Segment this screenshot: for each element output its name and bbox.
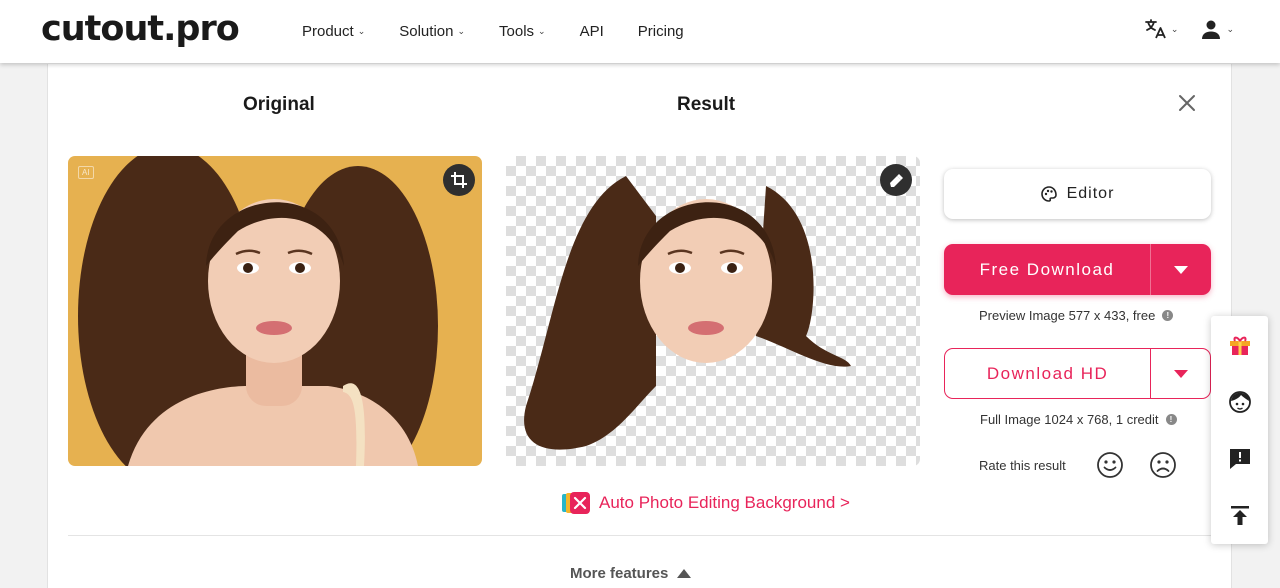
gift-icon xyxy=(1229,336,1250,355)
rate-label: Rate this result xyxy=(979,458,1066,473)
more-features-label: More features xyxy=(570,565,669,582)
chevron-down-icon: ⌄ xyxy=(457,26,466,36)
original-image: AI xyxy=(68,156,482,466)
top-navigation-bar: cutout.pro Product ⌄ Solution ⌄ Tools ⌄ … xyxy=(0,0,1280,63)
result-cutout-image xyxy=(524,176,851,450)
gift-button[interactable] xyxy=(1211,316,1268,373)
chevron-down-icon: ⌄ xyxy=(538,26,546,36)
result-title: Result xyxy=(677,94,736,115)
nav-item-label: Solution xyxy=(399,23,454,40)
preview-note-text: Preview Image 577 x 433, free xyxy=(979,308,1156,323)
support-button[interactable] xyxy=(1211,373,1268,430)
support-avatar-icon xyxy=(1228,390,1251,413)
frown-face-icon[interactable] xyxy=(1149,451,1177,479)
auto-photo-editing-link[interactable]: Auto Photo Editing Background > xyxy=(562,492,850,514)
crop-icon xyxy=(451,172,467,188)
floating-action-bar xyxy=(1211,316,1268,544)
nav-item-pricing[interactable]: Pricing xyxy=(638,23,684,40)
info-icon[interactable]: ! xyxy=(1165,414,1177,425)
original-portrait-image xyxy=(78,156,438,466)
nav-item-api[interactable]: API xyxy=(580,23,604,40)
language-button[interactable]: ⌄ xyxy=(1143,17,1179,41)
translate-icon xyxy=(1145,19,1166,39)
full-image-note: Full Image 1024 x 768, 1 credit ! xyxy=(980,412,1177,427)
editor-button[interactable]: Editor xyxy=(944,169,1211,219)
info-icon[interactable]: ! xyxy=(1162,310,1174,321)
free-download-button-group: Free Download xyxy=(944,244,1211,295)
download-hd-button[interactable]: Download HD xyxy=(945,349,1150,398)
caret-down-icon xyxy=(1174,265,1188,274)
close-icon[interactable] xyxy=(1177,93,1197,113)
ai-badge: AI xyxy=(78,166,94,179)
account-button[interactable]: ⌄ xyxy=(1200,18,1234,40)
section-divider xyxy=(68,535,1211,536)
result-image xyxy=(506,156,920,466)
free-download-button[interactable]: Free Download xyxy=(944,244,1150,295)
editor-label: Editor xyxy=(1066,185,1115,202)
crop-button[interactable] xyxy=(443,164,475,196)
preview-note: Preview Image 577 x 433, free ! xyxy=(979,308,1174,323)
original-title: Original xyxy=(243,94,315,115)
chevron-down-icon: ⌄ xyxy=(357,26,366,36)
nav-item-label: API xyxy=(579,23,604,40)
nav-item-label: Pricing xyxy=(637,23,684,40)
nav-item-label: Product xyxy=(302,23,354,40)
smile-face-icon[interactable] xyxy=(1096,451,1124,479)
chevron-down-icon: ⌄ xyxy=(1226,23,1234,34)
download-hd-button-group: Download HD xyxy=(944,348,1211,399)
main-nav: Product ⌄ Solution ⌄ Tools ⌄ API Pricing xyxy=(302,0,718,63)
full-image-note-text: Full Image 1024 x 768, 1 credit xyxy=(980,412,1159,427)
auto-photo-editing-label: Auto Photo Editing Background > xyxy=(599,493,850,512)
caret-down-icon xyxy=(1173,369,1188,378)
feedback-icon xyxy=(1229,448,1250,469)
download-hd-dropdown[interactable] xyxy=(1150,349,1210,398)
back-to-top-icon xyxy=(1230,505,1249,525)
cutout-pro-logo[interactable]: cutout.pro xyxy=(41,9,240,49)
back-to-top-button[interactable] xyxy=(1211,487,1268,544)
eraser-icon xyxy=(890,174,903,187)
free-download-dropdown[interactable] xyxy=(1150,244,1211,295)
user-icon xyxy=(1202,20,1221,39)
nav-item-solution[interactable]: Solution ⌄ xyxy=(399,23,465,40)
palette-icon xyxy=(1040,186,1057,202)
more-features-toggle[interactable]: More features xyxy=(570,565,692,582)
feedback-button[interactable] xyxy=(1211,430,1268,487)
nav-item-product[interactable]: Product ⌄ xyxy=(302,23,365,40)
photo-editing-app-icon xyxy=(562,492,590,514)
eraser-button[interactable] xyxy=(880,164,912,196)
nav-item-tools[interactable]: Tools ⌄ xyxy=(499,23,546,40)
nav-item-label: Tools xyxy=(499,23,535,40)
header-right-controls: ⌄ ⌄ xyxy=(1121,17,1234,41)
chevron-down-icon: ⌄ xyxy=(1170,23,1179,34)
caret-up-icon xyxy=(677,569,692,578)
